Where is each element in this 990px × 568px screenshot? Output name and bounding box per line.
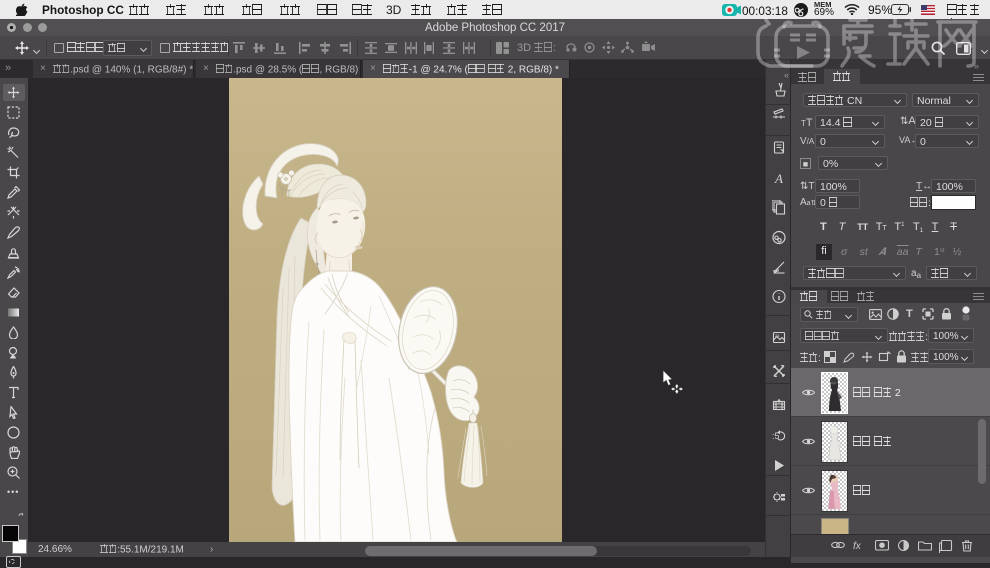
svg-text:zx: zx bbox=[775, 333, 780, 338]
svg-text:fx: fx bbox=[853, 541, 862, 552]
svg-text:A: A bbox=[774, 171, 783, 186]
